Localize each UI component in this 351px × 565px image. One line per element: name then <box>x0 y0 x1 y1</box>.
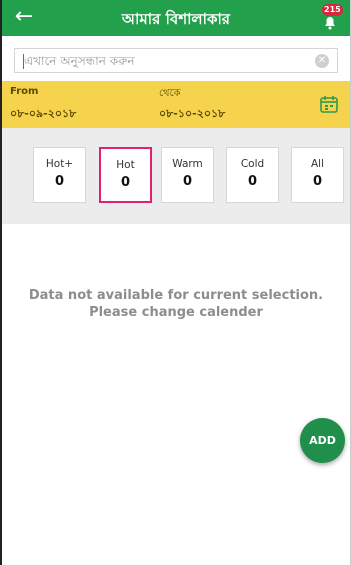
filter-count: 0 <box>247 174 258 189</box>
notification-badge: 215 <box>322 4 343 16</box>
empty-state-message: Data not available for current selection… <box>2 287 350 321</box>
add-button[interactable]: ADD <box>300 418 345 463</box>
filter-hot[interactable]: Hot 0 <box>99 147 152 203</box>
from-label: From <box>10 86 39 97</box>
empty-state-line-1: Data not available for current selection… <box>28 288 324 303</box>
search-input[interactable] <box>24 51 304 71</box>
notification-button[interactable]: 215 <box>318 4 343 32</box>
to-date[interactable]: ০৮-১০-২০১৮ <box>159 105 225 124</box>
app-bar: ← আমার বিশালাকার 215 <box>2 0 350 36</box>
clear-icon[interactable]: ✕ <box>315 54 329 68</box>
app-screen: ← আমার বিশালাকার 215 ✕ From ০৮-০৯-২০১৮ থ… <box>0 0 351 565</box>
filter-warm[interactable]: Warm 0 <box>161 147 214 203</box>
filter-count: 0 <box>312 174 323 189</box>
filter-label: Cold <box>240 158 265 170</box>
filter-count: 0 <box>120 175 131 190</box>
to-label: থেকে <box>159 88 181 99</box>
date-range-bar: From ০৮-০৯-২০১৮ থেকে ০৮-১০-২০১৮ <box>2 81 350 128</box>
lead-filter-bar: Hot+ 0 Hot 0 Warm 0 Cold 0 All 0 <box>2 128 350 224</box>
filter-label: Hot+ <box>45 158 74 170</box>
filter-count: 0 <box>54 174 65 189</box>
empty-state-line-2: Please change calender <box>89 305 263 320</box>
filter-label: Hot <box>116 159 135 171</box>
calendar-icon[interactable] <box>318 93 340 115</box>
filter-all[interactable]: All 0 <box>291 147 344 203</box>
search-section: ✕ <box>2 36 350 80</box>
filter-label: All <box>310 158 325 170</box>
filter-hot-plus[interactable]: Hot+ 0 <box>33 147 86 203</box>
search-box[interactable]: ✕ <box>14 48 338 73</box>
from-date[interactable]: ০৮-০৯-২০১৮ <box>10 105 76 124</box>
bell-icon <box>325 17 335 30</box>
filter-count: 0 <box>182 174 193 189</box>
filter-cold[interactable]: Cold 0 <box>226 147 279 203</box>
filter-label: Warm <box>172 158 203 170</box>
page-title: আমার বিশালাকার <box>121 10 231 28</box>
